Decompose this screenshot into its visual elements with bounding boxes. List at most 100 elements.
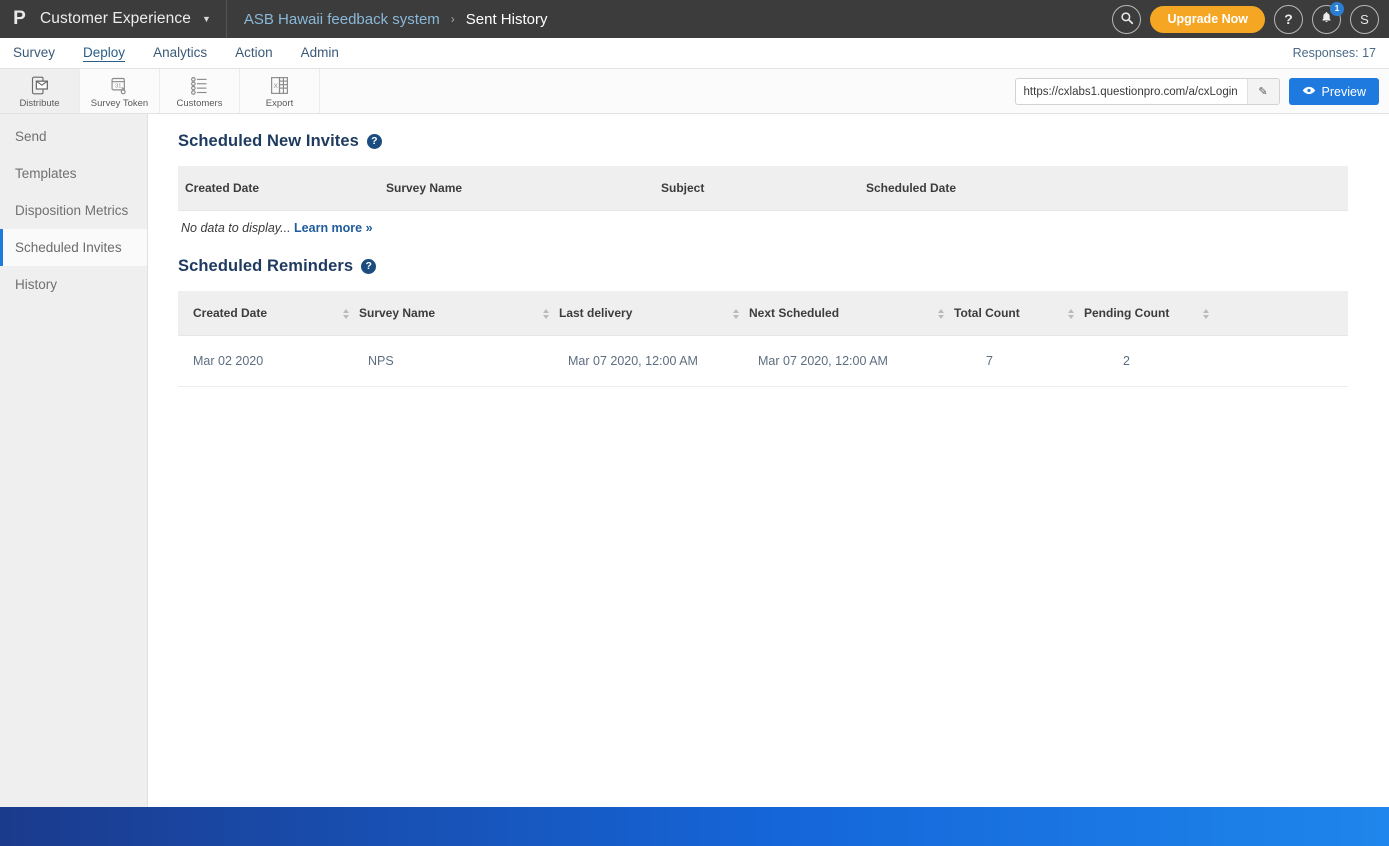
responses-count: Responses: 17	[1292, 46, 1376, 60]
toolbar-item-export[interactable]: X Export	[240, 69, 320, 113]
chevron-down-icon[interactable]: ▼	[202, 14, 211, 24]
sidebar-item-send[interactable]: Send	[0, 118, 147, 155]
nav-item-analytics[interactable]: Analytics	[153, 45, 207, 61]
question-mark-icon: ?	[1284, 11, 1293, 27]
invites-empty-text: No data to display...	[181, 221, 291, 235]
toolbar-label-customers: Customers	[176, 98, 223, 109]
sort-icon[interactable]	[543, 308, 549, 319]
col-pending-count[interactable]: Pending Count	[1068, 291, 1203, 336]
toolbar-item-customers[interactable]: Customers	[160, 69, 240, 113]
sort-icon[interactable]	[938, 308, 944, 319]
col-total-count[interactable]: Total Count	[938, 291, 1068, 336]
col-survey-name[interactable]: Survey Name	[343, 291, 543, 336]
nav-item-admin[interactable]: Admin	[301, 45, 339, 61]
help-icon[interactable]: ?	[361, 259, 377, 274]
col-subject[interactable]: Subject	[661, 166, 866, 211]
cell-next-scheduled: Mar 07 2020, 12:00 AM	[733, 335, 938, 387]
scheduled-reminders-title: Scheduled Reminders	[178, 257, 354, 275]
sidebar-item-templates[interactable]: Templates	[0, 155, 147, 192]
deploy-toolbar: Distribute 31 Survey Token Customers X E…	[0, 69, 1389, 114]
export-excel-icon: X	[269, 75, 290, 96]
breadcrumb-parent-link[interactable]: ASB Hawaii feedback system	[244, 11, 440, 28]
toolbar-actions: https://cxlabs1.questionpro.com/a/cxLogi…	[1014, 69, 1379, 114]
sort-icon[interactable]	[1068, 308, 1074, 319]
customers-list-icon	[189, 75, 210, 96]
cell-total-count: 7	[938, 335, 1068, 387]
col-created-date[interactable]: Created Date	[178, 291, 343, 336]
notification-badge: 1	[1330, 1, 1344, 16]
table-header-row: Created Date Survey Name Last delivery N…	[178, 291, 1348, 336]
col-label-total-count: Total Count	[954, 306, 1020, 320]
survey-token-calendar-icon: 31	[109, 75, 130, 96]
page-body: Send Templates Disposition Metrics Sched…	[0, 114, 1389, 807]
sidebar-item-disposition-metrics[interactable]: Disposition Metrics	[0, 192, 147, 229]
col-label-last-delivery: Last delivery	[559, 306, 633, 320]
col-survey-name[interactable]: Survey Name	[386, 166, 661, 211]
col-scheduled-date[interactable]: Scheduled Date	[866, 166, 1348, 211]
col-actions[interactable]	[1203, 291, 1348, 336]
search-button[interactable]	[1112, 4, 1142, 34]
col-label-pending-count: Pending Count	[1084, 306, 1170, 320]
eye-icon	[1302, 85, 1316, 99]
table-header-row: Created Date Survey Name Subject Schedul…	[178, 166, 1348, 211]
cell-pending-count: 2	[1068, 335, 1203, 387]
nav-item-deploy[interactable]: Deploy	[83, 45, 126, 62]
sidebar-label-templates: Templates	[15, 166, 77, 181]
col-last-delivery[interactable]: Last delivery	[543, 291, 733, 336]
toolbar-label-distribute: Distribute	[19, 98, 60, 109]
nav-item-action[interactable]: Action	[235, 45, 273, 61]
sidebar-item-history[interactable]: History	[0, 266, 147, 303]
sidebar-item-scheduled-invites[interactable]: Scheduled Invites	[0, 229, 147, 266]
sidebar-label-send: Send	[15, 129, 47, 144]
topbar-divider	[225, 0, 227, 38]
scheduled-new-invites-table: Created Date Survey Name Subject Schedul…	[178, 166, 1348, 235]
breadcrumb: ASB Hawaii feedback system › Sent Histor…	[244, 11, 548, 28]
col-label-survey-name: Survey Name	[359, 306, 436, 320]
help-icon[interactable]: ?	[366, 134, 382, 149]
avatar[interactable]: S	[1350, 4, 1379, 34]
notifications-button[interactable]: 1	[1312, 1, 1344, 34]
survey-url-value[interactable]: https://cxlabs1.questionpro.com/a/cxLogi…	[1016, 86, 1247, 98]
preview-button[interactable]: Preview	[1288, 78, 1379, 105]
sort-icon[interactable]	[733, 308, 739, 319]
preview-label: Preview	[1321, 84, 1366, 99]
brand-name[interactable]: Customer Experience	[40, 10, 191, 28]
invites-empty-state: No data to display... Learn more »	[178, 211, 1348, 235]
sort-icon[interactable]	[1203, 308, 1209, 319]
toolbar-item-distribute[interactable]: Distribute	[0, 69, 80, 113]
help-button[interactable]: ?	[1274, 4, 1303, 34]
top-bar: P Customer Experience ▼ ASB Hawaii feedb…	[0, 0, 1389, 38]
avatar-initial: S	[1360, 11, 1369, 27]
survey-url-field[interactable]: https://cxlabs1.questionpro.com/a/cxLogi…	[1014, 78, 1280, 105]
cell-survey-name: NPS	[343, 335, 543, 387]
invites-table: Created Date Survey Name Subject Schedul…	[178, 166, 1348, 211]
questionpro-logo-icon[interactable]: P	[0, 8, 38, 30]
distribute-icon	[29, 75, 50, 96]
breadcrumb-current: Sent History	[465, 10, 548, 28]
main-nav: Survey Deploy Analytics Action Admin Res…	[0, 38, 1389, 69]
cell-last-delivery: Mar 07 2020, 12:00 AM	[543, 335, 733, 387]
breadcrumb-separator-icon: ›	[450, 12, 455, 26]
table-row[interactable]: Mar 02 2020 NPS Mar 07 2020, 12:00 AM Ma…	[178, 335, 1348, 387]
nav-item-survey[interactable]: Survey	[13, 45, 55, 61]
sort-icon[interactable]	[343, 308, 349, 319]
main-content: Scheduled New Invites ? Created Date Sur…	[148, 114, 1389, 807]
footer-bar	[0, 807, 1389, 846]
col-created-date[interactable]: Created Date	[178, 166, 386, 211]
col-next-scheduled[interactable]: Next Scheduled	[733, 291, 938, 336]
sidebar-label-history: History	[15, 277, 58, 292]
sidebar-label-disposition-metrics: Disposition Metrics	[15, 203, 129, 218]
deploy-sidebar: Send Templates Disposition Metrics Sched…	[0, 114, 148, 807]
scheduled-new-invites-heading: Scheduled New Invites ?	[178, 132, 1348, 151]
cell-actions	[1203, 335, 1348, 387]
svg-text:X: X	[274, 83, 279, 90]
toolbar-label-survey-token: Survey Token	[90, 98, 149, 109]
svg-text:31: 31	[115, 84, 121, 90]
upgrade-now-button[interactable]: Upgrade Now	[1150, 5, 1265, 33]
learn-more-link[interactable]: Learn more »	[294, 221, 373, 235]
scheduled-reminders-heading: Scheduled Reminders ?	[178, 257, 1348, 276]
search-icon	[1120, 11, 1134, 28]
edit-pencil-icon[interactable]: ✎	[1246, 79, 1279, 104]
toolbar-label-export: Export	[265, 98, 294, 109]
toolbar-item-survey-token[interactable]: 31 Survey Token	[80, 69, 160, 113]
